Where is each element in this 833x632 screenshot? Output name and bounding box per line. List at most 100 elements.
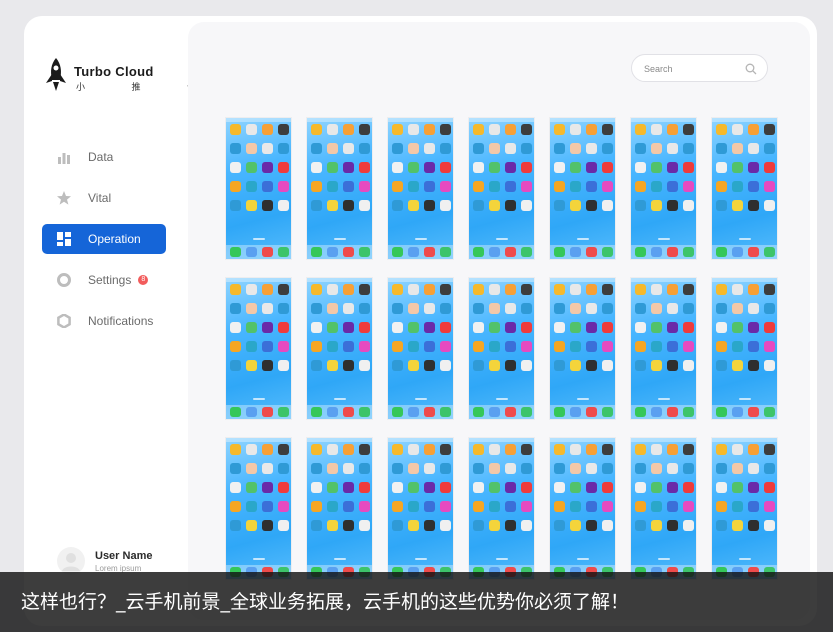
app-icon	[748, 482, 759, 493]
brand-logo: Turbo Cloud 小 推 云	[42, 56, 196, 96]
app-icon	[278, 444, 289, 455]
search-box[interactable]	[631, 54, 768, 82]
app-icon	[521, 303, 532, 314]
app-icon	[489, 520, 500, 531]
app-icon	[343, 181, 354, 192]
app-icon	[327, 360, 338, 371]
app-icon	[359, 341, 370, 352]
cloud-phone-thumbnail[interactable]	[631, 118, 696, 259]
phone-dock	[550, 245, 615, 259]
cloud-phone-thumbnail[interactable]	[469, 118, 534, 259]
cloud-phone-thumbnail[interactable]	[388, 278, 453, 419]
app-icon	[748, 520, 759, 531]
phone-status-bar	[388, 118, 453, 122]
app-icon	[554, 284, 565, 295]
app-icon	[392, 341, 403, 352]
dock-app-icon	[586, 407, 597, 417]
app-icon	[246, 143, 257, 154]
app-icon	[764, 200, 775, 211]
cloud-phone-thumbnail[interactable]	[712, 278, 777, 419]
cloud-phone-thumbnail[interactable]	[388, 118, 453, 259]
phone-status-bar	[550, 118, 615, 122]
cloud-phone-thumbnail[interactable]	[469, 438, 534, 579]
app-icon	[602, 501, 613, 512]
phone-status-bar	[631, 278, 696, 282]
app-icon	[278, 463, 289, 474]
dock-app-icon	[440, 407, 451, 417]
app-icon	[748, 360, 759, 371]
sidebar: Turbo Cloud 小 推 云 Data Vital Operation S…	[24, 16, 196, 626]
app-icon	[505, 162, 516, 173]
dock-app-icon	[683, 247, 694, 257]
cloud-phone-thumbnail[interactable]	[226, 118, 291, 259]
app-icon	[764, 520, 775, 531]
cloud-phone-thumbnail[interactable]	[226, 438, 291, 579]
app-icon	[635, 303, 646, 314]
app-icon	[408, 360, 419, 371]
phone-status-bar	[388, 278, 453, 282]
dock-app-icon	[505, 407, 516, 417]
sidebar-item-operation[interactable]: Operation	[42, 224, 166, 254]
app-icon	[586, 322, 597, 333]
app-icon	[440, 482, 451, 493]
dock-app-icon	[667, 247, 678, 257]
cloud-phone-thumbnail[interactable]	[307, 118, 372, 259]
dock-app-icon	[262, 247, 273, 257]
phone-app-icons	[635, 124, 694, 211]
sidebar-item-settings[interactable]: Settings 8	[42, 265, 166, 295]
sidebar-item-notifications[interactable]: Notifications	[42, 306, 166, 336]
dock-app-icon	[408, 247, 419, 257]
dock-app-icon	[359, 247, 370, 257]
app-icon	[230, 501, 241, 512]
search-input[interactable]	[642, 60, 746, 78]
cloud-phone-thumbnail[interactable]	[226, 278, 291, 419]
sidebar-item-vital[interactable]: Vital	[42, 183, 166, 213]
cloud-phone-thumbnail[interactable]	[631, 278, 696, 419]
app-icon	[392, 444, 403, 455]
dock-app-icon	[748, 407, 759, 417]
sidebar-item-data[interactable]: Data	[42, 142, 166, 172]
cloud-phone-thumbnail[interactable]	[712, 118, 777, 259]
app-icon	[424, 200, 435, 211]
app-icon	[748, 341, 759, 352]
app-icon	[343, 501, 354, 512]
app-icon	[246, 501, 257, 512]
cloud-phone-thumbnail[interactable]	[631, 438, 696, 579]
app-icon	[392, 162, 403, 173]
cloud-phone-thumbnail[interactable]	[469, 278, 534, 419]
phone-dock	[712, 405, 777, 419]
app-icon	[716, 520, 727, 531]
search-icon[interactable]	[745, 63, 757, 75]
caption-banner: 这样也行？_云手机前景_全球业务拓展，云手机的这些优势你必须了解！	[0, 572, 833, 632]
app-icon	[683, 162, 694, 173]
app-icon	[554, 444, 565, 455]
app-icon	[570, 284, 581, 295]
app-icon	[683, 520, 694, 531]
cloud-phone-thumbnail[interactable]	[550, 118, 615, 259]
phone-status-bar	[631, 118, 696, 122]
app-window: Turbo Cloud 小 推 云 Data Vital Operation S…	[24, 16, 817, 626]
app-icon	[424, 322, 435, 333]
app-icon	[408, 143, 419, 154]
cloud-phone-thumbnail[interactable]	[550, 438, 615, 579]
dock-app-icon	[732, 407, 743, 417]
app-icon	[635, 322, 646, 333]
app-icon	[278, 303, 289, 314]
cloud-phone-thumbnail[interactable]	[388, 438, 453, 579]
phone-app-icons	[473, 444, 532, 531]
page-dots	[334, 238, 346, 240]
app-icon	[505, 444, 516, 455]
cloud-phone-thumbnail[interactable]	[307, 278, 372, 419]
app-icon	[359, 444, 370, 455]
app-icon	[683, 360, 694, 371]
app-icon	[473, 181, 484, 192]
app-icon	[505, 284, 516, 295]
app-icon	[732, 360, 743, 371]
cloud-phone-thumbnail[interactable]	[307, 438, 372, 579]
cloud-phone-thumbnail[interactable]	[712, 438, 777, 579]
app-icon	[440, 322, 451, 333]
app-icon	[521, 360, 532, 371]
app-icon	[505, 520, 516, 531]
app-icon	[440, 162, 451, 173]
cloud-phone-thumbnail[interactable]	[550, 278, 615, 419]
